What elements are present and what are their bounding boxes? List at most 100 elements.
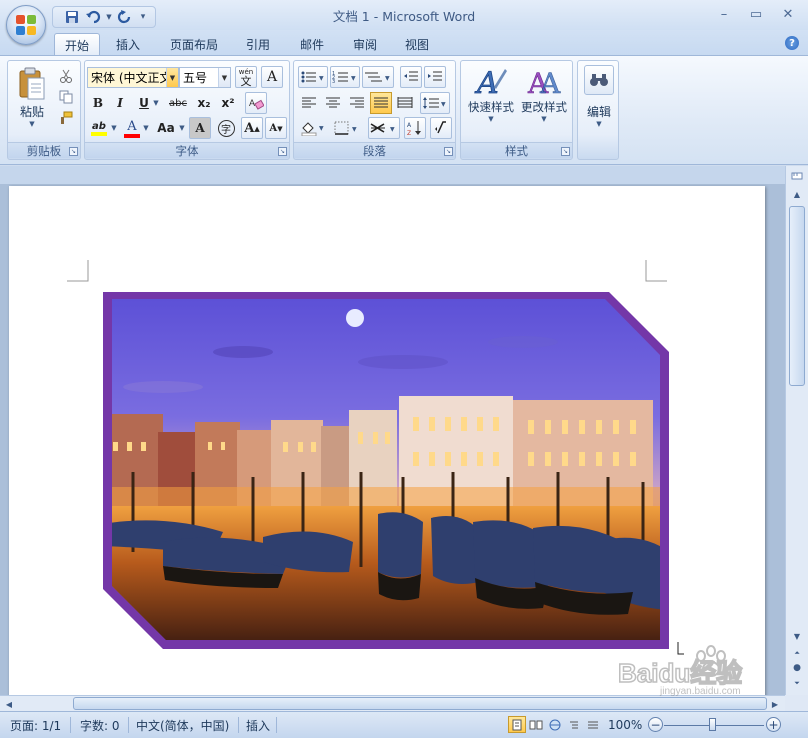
tab-references[interactable]: 引用 — [236, 33, 280, 56]
clipboard-group: 粘贴 ▼ 剪贴板 ↘ — [7, 60, 81, 160]
status-separator — [128, 717, 129, 733]
chinese-layout-button[interactable]: ▼ — [368, 117, 400, 139]
minimize-button[interactable]: – — [710, 4, 738, 24]
bullets-button[interactable]: ▼ — [298, 66, 328, 88]
tab-insert[interactable]: 插入 — [106, 33, 150, 56]
vertical-scrollbar[interactable]: ▲ ▼ ⏶ ● ⏷ — [785, 166, 808, 695]
insert-mode-indicator[interactable]: 插入 — [240, 716, 276, 734]
zoom-level[interactable]: 100% — [602, 716, 648, 734]
font-name-combo[interactable]: 宋体 (中文正文) ▼ — [87, 67, 179, 88]
select-browse-object-icon[interactable]: ● — [788, 660, 806, 676]
subscript-button[interactable]: x₂ — [193, 92, 215, 114]
scroll-up-icon[interactable]: ▲ — [788, 186, 806, 202]
page-count[interactable]: 页面: 1/1 — [4, 716, 67, 734]
view-ruler-icon[interactable] — [788, 168, 806, 184]
copy-button[interactable] — [55, 86, 77, 108]
highlight-dropdown-icon[interactable]: ▼ — [109, 117, 119, 139]
underline-dropdown-icon[interactable]: ▼ — [151, 92, 161, 114]
scroll-left-icon[interactable]: ◀ — [0, 696, 18, 712]
draft-view-button[interactable] — [584, 716, 602, 733]
next-page-icon[interactable]: ⏷ — [788, 675, 806, 691]
cut-button[interactable] — [55, 65, 77, 87]
phonetic-guide-button[interactable]: wén 文 — [235, 66, 257, 88]
grow-font-button[interactable]: A ▲ — [241, 117, 263, 139]
binoculars-icon — [584, 65, 614, 95]
ruler-strip — [0, 166, 785, 184]
increase-indent-button[interactable] — [424, 66, 446, 88]
editing-button[interactable]: 编辑 ▼ — [581, 65, 617, 128]
change-case-dropdown-icon[interactable]: ▼ — [177, 117, 187, 139]
document-area — [0, 166, 785, 695]
show-hide-marks-button[interactable] — [430, 117, 452, 139]
zoom-out-icon[interactable]: − — [648, 717, 663, 732]
previous-page-icon[interactable]: ⏶ — [788, 645, 806, 661]
italic-button[interactable]: I — [109, 92, 131, 114]
align-right-button[interactable] — [346, 92, 368, 114]
paragraph-dialog-launcher-icon[interactable]: ↘ — [444, 147, 453, 156]
highlight-button[interactable]: ab — [87, 117, 111, 139]
office-button[interactable] — [6, 5, 46, 45]
line-spacing-button[interactable]: ▼ — [420, 92, 450, 114]
quick-styles-button[interactable]: A 快速样式 ▼ — [465, 65, 517, 123]
clear-formatting-button[interactable]: A — [245, 92, 267, 114]
language-indicator[interactable]: 中文(简体，中国) — [130, 716, 235, 734]
distributed-icon — [397, 97, 413, 108]
shrink-font-button[interactable]: A ▼ — [265, 117, 287, 139]
full-screen-reading-view-button[interactable] — [527, 716, 545, 733]
enclose-characters-button[interactable]: 字 — [215, 117, 237, 139]
paste-button[interactable]: 粘贴 ▼ — [14, 67, 50, 128]
close-button[interactable]: ✕ — [774, 4, 802, 24]
inserted-picture[interactable] — [103, 292, 669, 649]
scroll-down-icon[interactable]: ▼ — [788, 628, 806, 644]
ribbon-tabs: 开始 插入 页面布局 引用 邮件 审阅 视图 ? — [0, 30, 808, 56]
format-painter-button[interactable] — [55, 107, 77, 129]
font-color-button[interactable]: A — [121, 117, 143, 139]
clipboard-dialog-launcher-icon[interactable]: ↘ — [69, 147, 78, 156]
zoom-in-icon[interactable]: + — [766, 717, 781, 732]
multilevel-list-button[interactable]: ▼ — [362, 66, 394, 88]
horizontal-scroll-thumb[interactable] — [73, 697, 767, 710]
styles-dialog-launcher-icon[interactable]: ↘ — [561, 147, 570, 156]
font-color-dropdown-icon[interactable]: ▼ — [141, 117, 151, 139]
editing-label: 编辑 — [586, 105, 611, 119]
print-layout-view-button[interactable] — [508, 716, 526, 733]
help-button[interactable]: ? — [785, 36, 799, 50]
tab-review[interactable]: 审阅 — [343, 33, 387, 56]
zoom-slider-thumb[interactable] — [709, 718, 716, 731]
office-logo-icon — [16, 15, 36, 35]
font-dialog-launcher-icon[interactable]: ↘ — [278, 147, 287, 156]
superscript-button[interactable]: x² — [217, 92, 239, 114]
borders-icon: ▼ — [334, 121, 357, 135]
shading-button[interactable]: ▼ — [298, 117, 328, 139]
distributed-button[interactable] — [394, 92, 416, 114]
horizontal-scrollbar[interactable]: ◀ ▶ — [0, 695, 785, 711]
tab-mailings[interactable]: 邮件 — [290, 33, 334, 56]
tab-view[interactable]: 视图 — [395, 33, 439, 56]
change-styles-button[interactable]: A A 更改样式 ▼ — [517, 65, 571, 123]
character-border-button[interactable]: A — [261, 66, 283, 88]
outline-view-button[interactable] — [565, 716, 583, 733]
document-page[interactable] — [9, 186, 765, 695]
strikethrough-button[interactable]: abc — [165, 92, 191, 114]
tab-page-layout[interactable]: 页面布局 — [160, 33, 228, 56]
paragraph-group: ▼ 1 2 3 ▼ ▼ ▼ ▼ ▼ ▼ A Z 段落 ↘ — [293, 60, 456, 160]
numbering-button[interactable]: 1 2 3 ▼ — [330, 66, 360, 88]
word-count[interactable]: 字数: 0 — [74, 716, 126, 734]
borders-button[interactable]: ▼ — [332, 117, 362, 139]
character-shading-button[interactable]: A — [189, 117, 211, 139]
decrease-indent-button[interactable] — [400, 66, 422, 88]
scroll-right-icon[interactable]: ▶ — [766, 696, 784, 712]
justify-button[interactable] — [370, 92, 392, 114]
sort-button[interactable]: AZ — [404, 117, 426, 139]
bold-button[interactable]: B — [87, 92, 109, 114]
font-size-combo[interactable]: 五号 ▼ — [179, 67, 231, 88]
maximize-button[interactable]: ▭ — [742, 4, 770, 24]
change-case-button[interactable]: Aa — [153, 117, 179, 139]
align-center-button[interactable] — [322, 92, 344, 114]
vertical-scroll-thumb[interactable] — [789, 206, 805, 386]
web-layout-view-button[interactable] — [546, 716, 564, 733]
ribbon: 粘贴 ▼ 剪贴板 ↘ 宋体 (中文正文) ▼ 五号 ▼ wén 文 A B I U — [0, 55, 808, 165]
tab-home[interactable]: 开始 — [54, 33, 101, 56]
quick-styles-label: 快速样式 — [468, 100, 514, 114]
align-left-button[interactable] — [298, 92, 320, 114]
